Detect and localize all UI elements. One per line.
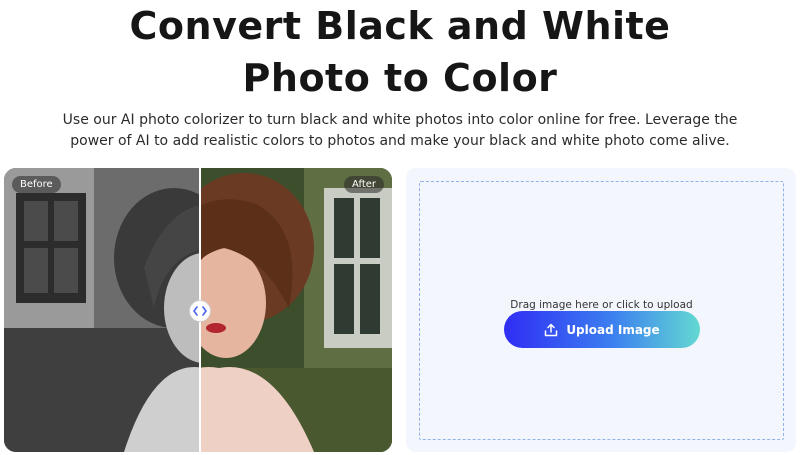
upload-icon	[544, 323, 558, 337]
page-subtitle: Use our AI photo colorizer to turn black…	[62, 112, 738, 149]
page-title: Convert Black and White Photo to Color	[0, 0, 800, 104]
chevron-left-right-icon	[193, 306, 207, 316]
after-label: After	[343, 176, 384, 193]
comparison-slider-handle[interactable]	[189, 300, 211, 322]
upload-image-button[interactable]: Upload Image	[504, 311, 700, 348]
before-label: Before	[12, 176, 61, 193]
drop-instruction: Drag image here or click to upload	[510, 299, 693, 311]
before-after-comparison[interactable]: Before After	[4, 168, 392, 452]
upload-panel: Drag image here or click to upload Uploa…	[406, 168, 796, 452]
upload-button-label: Upload Image	[566, 322, 660, 337]
title-line-2: Photo to Color	[242, 56, 558, 100]
upload-dropzone[interactable]: Drag image here or click to upload Uploa…	[419, 181, 784, 440]
title-line-1: Convert Black and White	[129, 4, 671, 48]
